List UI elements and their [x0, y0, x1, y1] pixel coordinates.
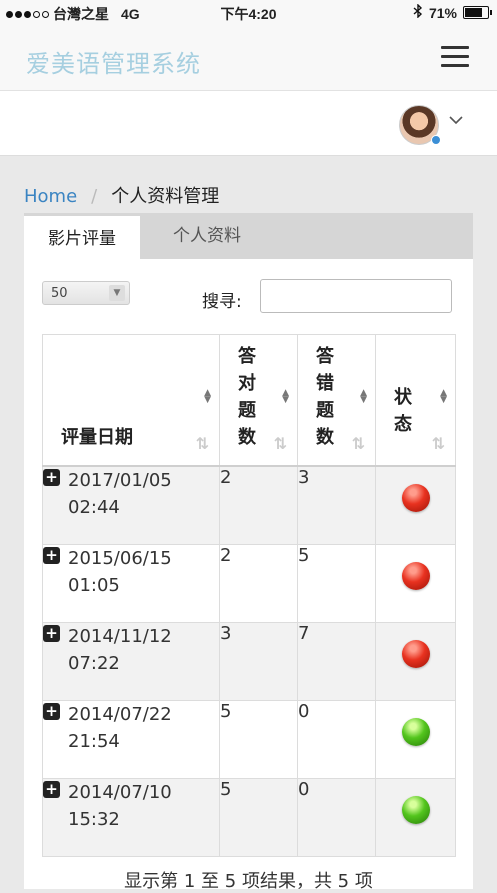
column-header-wrong[interactable]: 答 错 题 数 ▲ ▼ ⇅	[297, 334, 376, 467]
status-bar: 台灣之星 4G 下午4:20 71%	[0, 0, 497, 26]
wrong-count: 5	[297, 544, 376, 623]
expand-plus-icon[interactable]: +	[43, 781, 60, 798]
wrong-count: 0	[297, 700, 376, 779]
date-cell: +2017/01/05 02:44	[42, 465, 220, 545]
tab-bar: 影片评量 个人资料	[24, 213, 473, 259]
search-input[interactable]	[260, 279, 452, 313]
correct-count: 5	[219, 700, 298, 779]
date-value: 2014/11/12 07:22	[68, 623, 172, 677]
sort-arrows-icon: ⇅	[273, 434, 287, 453]
status-red-icon	[401, 562, 430, 590]
wrong-count: 0	[297, 778, 376, 857]
date-text: 2014/11/12	[68, 626, 172, 647]
search-label: 搜寻:	[202, 292, 242, 312]
date-cell: +2014/07/10 15:32	[42, 778, 220, 857]
wrong-count: 7	[297, 622, 376, 701]
time-text: 21:54	[68, 731, 120, 752]
table-row: +2014/07/22 21:54 5 0	[42, 700, 456, 779]
expand-plus-icon[interactable]: +	[43, 547, 60, 564]
sort-icon: ▲ ▼	[360, 388, 367, 405]
status-red-icon	[401, 640, 430, 668]
tab-panel: 50 ▼ 搜寻: 评量日期 ▲ ▼ ⇅ 答 对 题 数 ▲ ▼ ⇅ 答 错 题 数	[24, 259, 473, 892]
date-text: 2017/01/05	[68, 470, 172, 491]
table-row: +2014/07/10 15:32 5 0	[42, 778, 456, 857]
table-row: +2015/06/15 01:05 2 5	[42, 544, 456, 623]
brand-title[interactable]: 爱美语管理系统	[26, 44, 201, 79]
page-length-select[interactable]: 50 ▼	[42, 281, 130, 305]
status-right: 71%	[413, 3, 492, 21]
expand-plus-icon[interactable]: +	[43, 625, 60, 642]
sort-icon: ▲ ▼	[282, 388, 289, 405]
sort-arrows-icon: ⇅	[431, 434, 445, 453]
correct-count: 2	[219, 465, 298, 545]
status-cell	[375, 700, 456, 779]
app-header: 爱美语管理系统	[0, 26, 497, 91]
expand-plus-icon[interactable]: +	[43, 469, 60, 486]
correct-count: 2	[219, 544, 298, 623]
tab-video-assessment[interactable]: 影片评量	[24, 213, 140, 259]
breadcrumb-home-link[interactable]: Home	[24, 186, 77, 207]
date-value: 2014/07/10 15:32	[68, 779, 172, 833]
breadcrumb-current: 个人资料管理	[111, 186, 220, 207]
status-cell	[375, 465, 456, 545]
date-cell: +2015/06/15 01:05	[42, 544, 220, 623]
date-text: 2014/07/22	[68, 704, 172, 725]
tab-profile[interactable]: 个人资料	[162, 213, 252, 259]
menu-toggle-icon[interactable]	[441, 46, 469, 68]
breadcrumb-separator: /	[91, 186, 98, 207]
date-value: 2015/06/15 01:05	[68, 545, 172, 599]
status-cell	[375, 622, 456, 701]
time-text: 15:32	[68, 809, 120, 830]
sort-icon: ▲ ▼	[204, 388, 211, 405]
page-length-value: 50	[51, 286, 68, 301]
sort-arrows-icon: ⇅	[351, 434, 365, 453]
online-status-dot	[431, 135, 441, 145]
date-cell: +2014/11/12 07:22	[42, 622, 220, 701]
table-info: 显示第 1 至 5 项结果，共 5 项	[124, 871, 373, 892]
table-row: +2014/11/12 07:22 3 7	[42, 622, 456, 701]
chevron-down-icon: ▼	[109, 285, 125, 301]
date-value: 2014/07/22 21:54	[68, 701, 172, 755]
status-cell	[375, 778, 456, 857]
assessment-table: 评量日期 ▲ ▼ ⇅ 答 对 题 数 ▲ ▼ ⇅ 答 错 题 数 ▲ ▼ ⇅ 状 态 …	[42, 334, 456, 857]
column-header-correct[interactable]: 答 对 题 数 ▲ ▼ ⇅	[219, 334, 298, 467]
user-bar	[0, 91, 497, 156]
date-value: 2017/01/05 02:44	[68, 467, 172, 521]
status-red-icon	[401, 484, 430, 512]
bluetooth-icon	[413, 3, 423, 21]
expand-plus-icon[interactable]: +	[43, 703, 60, 720]
status-green-icon	[401, 796, 430, 824]
date-text: 2015/06/15	[68, 548, 172, 569]
status-green-icon	[401, 718, 430, 746]
status-cell	[375, 544, 456, 623]
chevron-down-icon[interactable]	[449, 113, 463, 129]
column-header-date[interactable]: 评量日期 ▲ ▼ ⇅	[42, 334, 220, 467]
date-cell: +2014/07/22 21:54	[42, 700, 220, 779]
correct-count: 5	[219, 778, 298, 857]
sort-arrows-icon: ⇅	[195, 434, 209, 453]
column-header-status[interactable]: 状 态 ▲ ▼ ⇅	[375, 334, 456, 467]
wrong-count: 3	[297, 465, 376, 545]
correct-count: 3	[219, 622, 298, 701]
date-text: 2014/07/10	[68, 782, 172, 803]
breadcrumb: Home / 个人资料管理	[24, 182, 219, 208]
table-row: +2017/01/05 02:44 2 3	[42, 465, 456, 545]
time-text: 07:22	[68, 653, 120, 674]
battery-icon	[463, 6, 492, 19]
battery-percent: 71%	[428, 4, 457, 21]
time-text: 02:44	[68, 497, 120, 518]
sort-icon: ▲ ▼	[440, 388, 447, 405]
column-header-date-label: 评量日期	[61, 427, 133, 448]
time-text: 01:05	[68, 575, 120, 596]
